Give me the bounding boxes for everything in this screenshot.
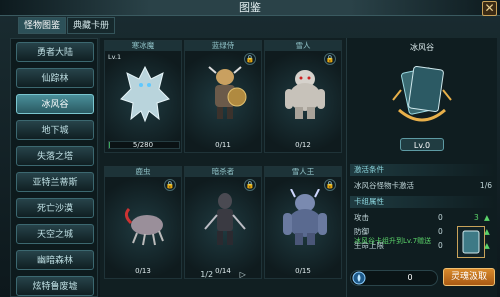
next-page-button[interactable]: ▷	[240, 270, 246, 279]
zone-sidebar[interactable]: 勇者大陆 仙踪林 冰风谷 地下城 失落之塔 亚特兰蒂斯 死亡沙漠 天空之城 幽暗…	[10, 38, 98, 297]
sidebar-item-ruins[interactable]: 炫特鲁废墟	[16, 276, 94, 296]
tab-bar: 怪物图鉴 典藏卡册	[18, 17, 116, 34]
attr-value: 0	[438, 227, 443, 236]
attr-name: 攻击	[354, 213, 369, 222]
soul-extract-button[interactable]: 灵魂汲取	[443, 268, 495, 286]
monster-name: 雪人	[265, 41, 341, 51]
assassin-icon	[204, 193, 246, 245]
yeti-icon	[285, 70, 325, 119]
monster-card[interactable]: 雪人王 🔒 0/15	[264, 166, 342, 279]
beetle-icon	[124, 207, 164, 246]
monster-name: 鹿虫	[105, 167, 181, 177]
monster-card[interactable]: 鹿虫 🔒 0/13	[104, 166, 182, 279]
activation-count: 1/6	[479, 181, 492, 190]
monster-card[interactable]: 雪人 🔒 0/12	[264, 40, 342, 153]
monster-card[interactable]: 暗杀者 🔒 0/14	[184, 166, 262, 279]
monster-level: Lv.1	[108, 53, 122, 61]
bestiary-window: 图鉴 ✕ 怪物图鉴 典藏卡册 勇者大陆 仙踪林 冰风谷 地下城 失落之塔 亚特兰…	[0, 0, 500, 297]
monster-count: 0/11	[215, 141, 231, 149]
close-button[interactable]: ✕	[482, 1, 497, 16]
monster-count: 5/280	[132, 141, 154, 149]
monster-card-grid: 寒冰魔 Lv.1 5/280 蓝绿侍 🔒 0/11 雪人 🔒 0/12 鹿虫 🔒…	[100, 38, 346, 297]
pagination: 1/2 ▷	[100, 266, 346, 284]
activation-header: 激活条件	[350, 164, 495, 176]
monster-name: 寒冰魔	[105, 41, 181, 51]
sidebar-item-dark-forest[interactable]: 幽暗森林	[16, 250, 94, 270]
attr-bonus: 3	[474, 213, 479, 222]
sidebar-item-sky-city[interactable]: 天空之城	[16, 224, 94, 244]
dwarf-warrior-icon	[208, 66, 247, 119]
tab-collection-album[interactable]: 典藏卡册	[67, 17, 116, 34]
attr-value: 0	[438, 241, 443, 250]
attr-value: 0	[438, 213, 443, 222]
sidebar-item-atlantis[interactable]: 亚特兰蒂斯	[16, 172, 94, 192]
ice-demon-icon	[120, 65, 170, 123]
activation-row: 冰风谷怪物卡激活 1/6	[354, 180, 492, 192]
sidebar-item-icewind-valley[interactable]: 冰风谷	[16, 94, 94, 114]
page-indicator: 1/2	[200, 270, 214, 279]
arrow-up-icon: ▲	[484, 213, 490, 222]
monster-name: 雪人王	[265, 167, 341, 177]
soul-currency-value: 0	[407, 273, 413, 282]
zone-detail-panel: 冰风谷 Lv.0 激活条件 冰风谷怪物卡激活 1/6 卡组属性 攻击 0 3 ▲…	[346, 38, 497, 297]
card-deck-icon	[392, 66, 452, 122]
sidebar-item-lost-tower[interactable]: 失落之塔	[16, 146, 94, 166]
window-title: 图鉴	[0, 0, 500, 16]
tab-monster-codex[interactable]: 怪物图鉴	[18, 17, 67, 34]
upgrade-reward-text: 冰风谷卡组升到Lv.7赠送	[354, 237, 432, 245]
attributes-header: 卡组属性	[350, 196, 495, 208]
activation-text: 冰风谷怪物卡激活	[354, 181, 414, 190]
soul-coin-icon	[352, 271, 366, 285]
monster-count: 0/12	[295, 141, 311, 149]
sidebar-item-fairy-forest[interactable]: 仙踪林	[16, 68, 94, 88]
sidebar-item-dungeon[interactable]: 地下城	[16, 120, 94, 140]
zone-level-badge: Lv.0	[400, 138, 444, 151]
close-icon: ✕	[484, 1, 495, 15]
monster-card[interactable]: 蓝绿侍 🔒 0/11	[184, 40, 262, 153]
zone-title: 冰风谷	[410, 43, 434, 52]
reward-card-icon[interactable]	[457, 226, 485, 258]
monster-card[interactable]: 寒冰魔 Lv.1 5/280	[104, 40, 182, 153]
yeti-king-icon	[283, 189, 327, 245]
sidebar-item-death-desert[interactable]: 死亡沙漠	[16, 198, 94, 218]
sidebar-item-brave-continent[interactable]: 勇者大陆	[16, 42, 94, 62]
attribute-row: 攻击 0 3 ▲	[354, 212, 492, 224]
monster-name: 暗杀者	[185, 167, 261, 177]
monster-name: 蓝绿侍	[185, 41, 261, 51]
